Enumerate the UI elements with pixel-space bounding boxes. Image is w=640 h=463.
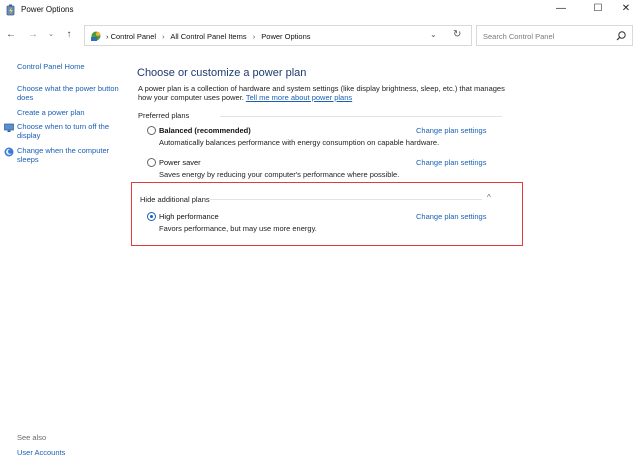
control-panel-home-link[interactable]: Control Panel Home bbox=[17, 62, 85, 71]
plan-power-saver: Power saver Saves energy by reducing you… bbox=[147, 157, 507, 185]
back-button[interactable]: ← bbox=[4, 28, 18, 42]
breadcrumb-separator: › bbox=[252, 32, 256, 41]
preferred-plans-label: Preferred plans bbox=[138, 111, 190, 120]
sleep-icon bbox=[4, 147, 14, 157]
plan-radio-selected[interactable] bbox=[147, 212, 156, 221]
search-icon[interactable] bbox=[615, 30, 627, 42]
plan-description: Automatically balances performance with … bbox=[159, 138, 440, 147]
address-dropdown-icon[interactable]: ⌄ bbox=[430, 30, 437, 39]
minimize-button[interactable]: — bbox=[545, 0, 577, 20]
change-plan-settings-link[interactable]: Change plan settings bbox=[416, 158, 486, 167]
maximize-button[interactable]: ☐ bbox=[582, 0, 614, 20]
plan-description: Saves energy by reducing your computer's… bbox=[159, 170, 400, 179]
divider bbox=[210, 199, 482, 200]
plan-name[interactable]: High performance bbox=[159, 212, 219, 221]
plan-radio[interactable] bbox=[147, 126, 156, 135]
power-button-link[interactable]: Choose what the power button does bbox=[17, 84, 125, 102]
learn-more-link[interactable]: Tell me more about power plans bbox=[246, 93, 352, 102]
plan-description: Favors performance, but may use more ene… bbox=[159, 224, 317, 233]
breadcrumb-power-options[interactable]: Power Options bbox=[261, 32, 310, 41]
control-panel-icon bbox=[90, 30, 102, 42]
user-accounts-link[interactable]: User Accounts bbox=[17, 448, 65, 457]
turn-off-display-link[interactable]: Choose when to turn off the display bbox=[17, 122, 117, 140]
breadcrumb: › Control Panel › All Control Panel Item… bbox=[106, 32, 311, 41]
address-bar[interactable]: › Control Panel › All Control Panel Item… bbox=[84, 25, 472, 46]
navigation-bar: ← → ⌄ ↑ › Control Panel › All Control Pa… bbox=[0, 22, 640, 48]
computer-sleeps-link[interactable]: Change when the computer sleeps bbox=[17, 146, 121, 164]
change-plan-settings-link[interactable]: Change plan settings bbox=[416, 212, 486, 221]
divider bbox=[220, 116, 502, 117]
chevron-up-icon[interactable]: ^ bbox=[487, 193, 491, 202]
title-bar: Power Options — ☐ ✕ bbox=[0, 0, 640, 20]
up-button[interactable]: ↑ bbox=[62, 28, 76, 42]
breadcrumb-separator: › bbox=[106, 32, 109, 41]
search-placeholder: Search Control Panel bbox=[483, 32, 555, 41]
intro-text: A power plan is a collection of hardware… bbox=[138, 84, 518, 102]
close-button[interactable]: ✕ bbox=[612, 0, 640, 20]
see-also-label: See also bbox=[17, 433, 47, 442]
hide-additional-plans-toggle[interactable]: Hide additional plans bbox=[140, 195, 210, 204]
plan-high-performance: High performance Favors performance, but… bbox=[147, 211, 507, 239]
refresh-icon[interactable]: ↻ bbox=[453, 29, 461, 40]
search-input[interactable]: Search Control Panel bbox=[476, 25, 633, 46]
change-plan-settings-link[interactable]: Change plan settings bbox=[416, 126, 486, 135]
recent-locations-button[interactable]: ⌄ bbox=[44, 28, 58, 42]
forward-button[interactable]: → bbox=[26, 28, 40, 42]
breadcrumb-separator: › bbox=[162, 32, 165, 41]
window-title: Power Options bbox=[21, 5, 74, 14]
plan-name[interactable]: Balanced (recommended) bbox=[159, 126, 251, 135]
plan-radio[interactable] bbox=[147, 158, 156, 167]
plan-name[interactable]: Power saver bbox=[159, 158, 201, 167]
breadcrumb-control-panel[interactable]: Control Panel bbox=[111, 32, 156, 41]
power-options-icon bbox=[6, 4, 16, 16]
breadcrumb-all-items[interactable]: All Control Panel Items bbox=[170, 32, 246, 41]
display-icon bbox=[4, 123, 14, 133]
plan-balanced: Balanced (recommended) Automatically bal… bbox=[147, 125, 507, 153]
create-power-plan-link[interactable]: Create a power plan bbox=[17, 108, 85, 117]
page-title: Choose or customize a power plan bbox=[137, 67, 307, 79]
